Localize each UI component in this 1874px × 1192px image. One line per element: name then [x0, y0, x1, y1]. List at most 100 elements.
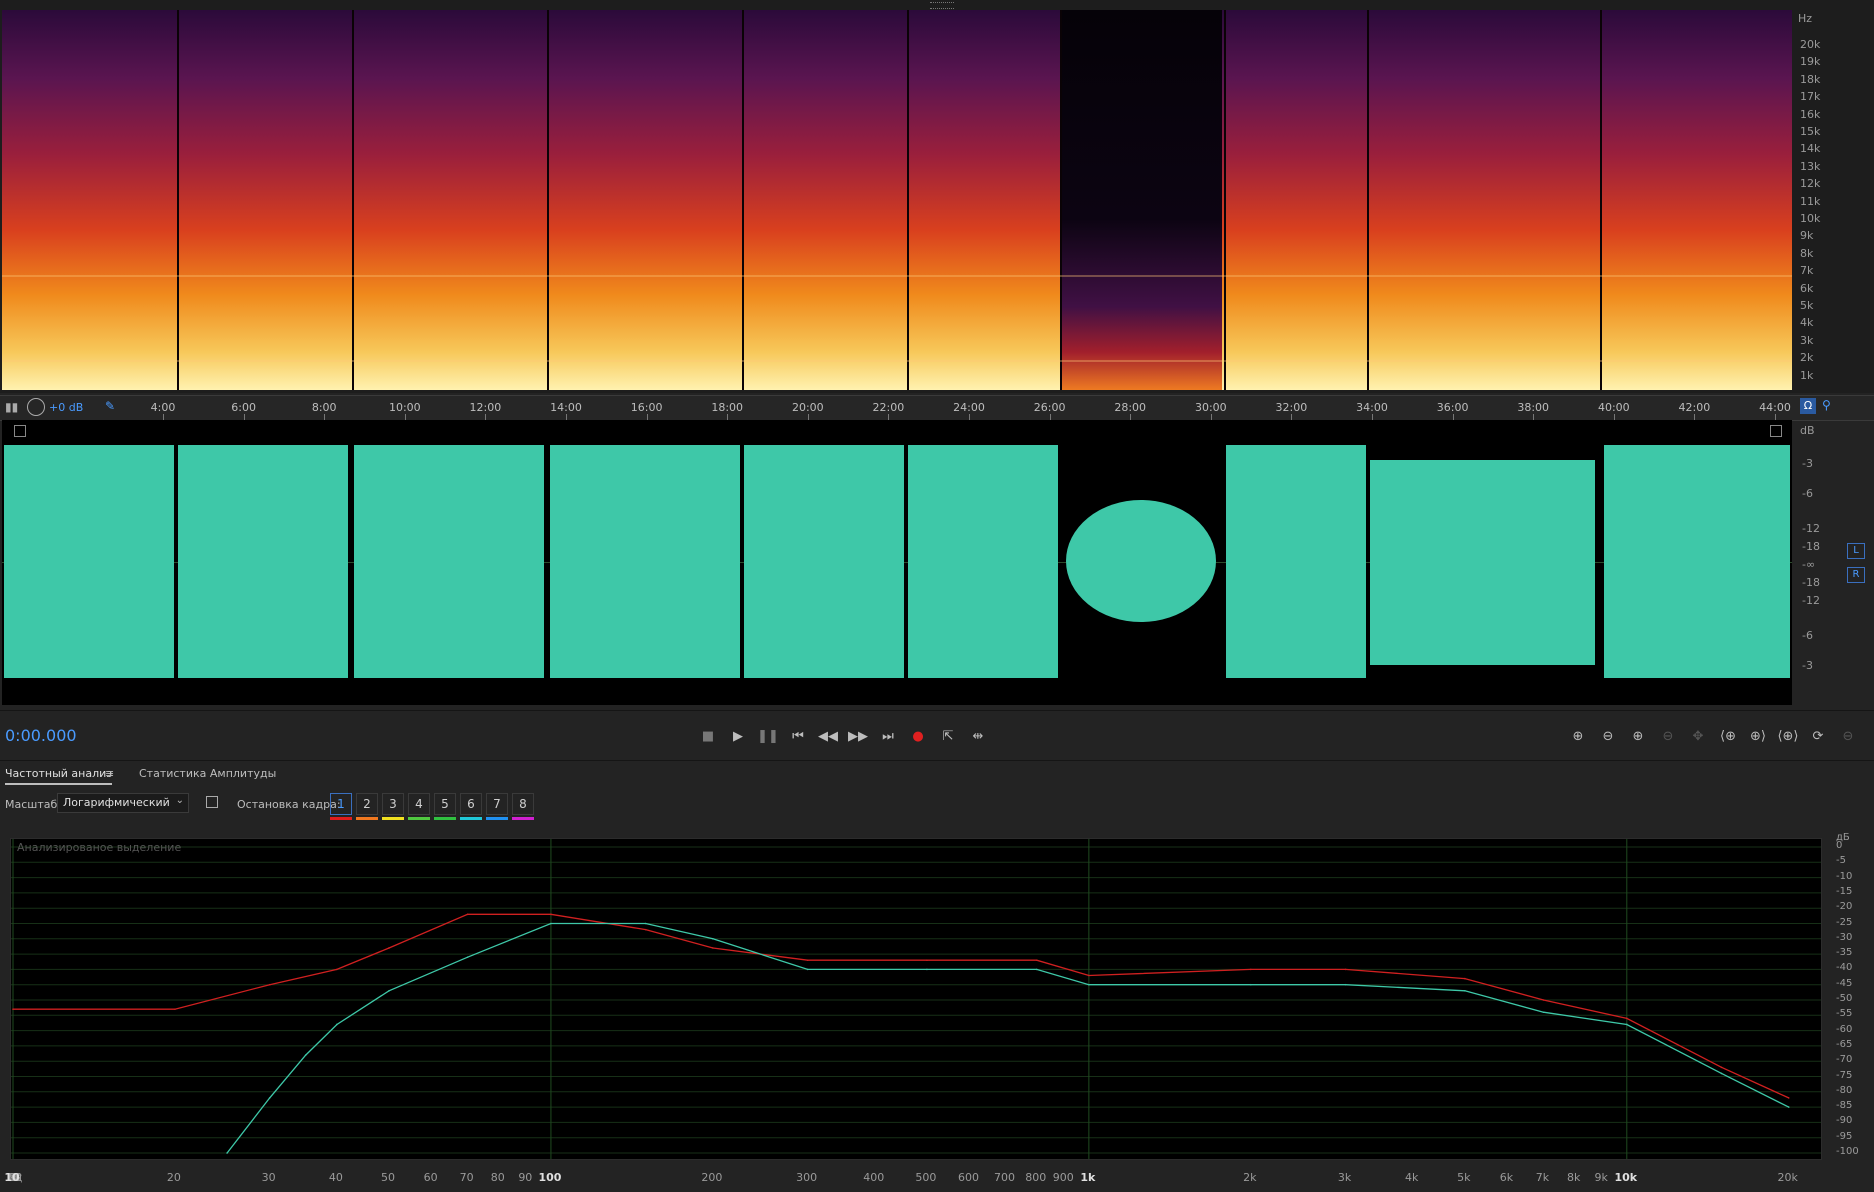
spectrum-point	[550, 922, 552, 925]
graph-freq-label: 40	[328, 1171, 343, 1184]
stop-icon[interactable]: ■	[697, 727, 719, 747]
freeze-frame-button-2[interactable]: 2	[356, 793, 378, 815]
graph-db-label: -70	[1836, 1054, 1853, 1066]
graph-freq-label: 4k	[1405, 1171, 1419, 1184]
zoom-in-amplitude-icon[interactable]: ⊕	[1567, 727, 1589, 747]
frequency-analysis-graph[interactable]: Анализированое выделение	[10, 838, 1822, 1160]
spectrum-point	[806, 968, 809, 971]
freeze-frame-button-6[interactable]: 6	[460, 793, 482, 815]
freeze-frame-color-3	[382, 817, 404, 820]
spectrum-point	[1542, 999, 1545, 1001]
spectrogram-track-divider	[547, 10, 549, 390]
freeze-frame-button-8[interactable]: 8	[512, 793, 534, 815]
freeze-frame-button-7[interactable]: 7	[486, 793, 508, 815]
loop-icon[interactable]: ⇱	[937, 727, 959, 747]
spectrogram-freq-tick: 16k	[1800, 107, 1821, 121]
spectrogram-display[interactable]	[2, 10, 1792, 390]
waveform-db-tick: -3	[1802, 659, 1813, 672]
graph-db-label: -80	[1836, 1084, 1853, 1096]
spectrum-point	[1625, 1017, 1628, 1020]
time-ruler-label: 18:00	[711, 401, 744, 414]
tab-amplitude-statistics[interactable]: Статистика Амплитуды	[139, 767, 276, 780]
rewind-icon[interactable]: ◀◀	[817, 727, 839, 747]
spectrum-point	[1344, 983, 1347, 986]
tab-frequency-analysis[interactable]: Частотный анализ	[5, 767, 113, 785]
headphones-icon[interactable]: Ω	[1800, 398, 1816, 414]
zoom-history-icon[interactable]: ⟳	[1807, 727, 1829, 747]
graph-db-label: -45	[1836, 977, 1853, 989]
spectrogram-unit-label: Hz	[1798, 12, 1813, 25]
gain-value[interactable]: +0 dB	[49, 401, 83, 414]
graph-freq-label: 1k	[1080, 1171, 1096, 1184]
spectrogram-freq-tick: 13k	[1800, 159, 1821, 173]
graph-freq-label: 8k	[1566, 1171, 1581, 1184]
play-icon[interactable]: ▶	[727, 727, 749, 747]
record-icon[interactable]: ●	[907, 727, 929, 747]
go-to-start-icon[interactable]: ⏮	[787, 727, 809, 747]
graph-db-label: -85	[1836, 1100, 1853, 1112]
resize-handle[interactable]	[930, 2, 954, 9]
freeze-frame-button-3[interactable]: 3	[382, 793, 404, 815]
channel-left-button[interactable]: L	[1847, 543, 1865, 559]
zoom-reset-icon[interactable]: ✥	[1687, 727, 1709, 747]
graph-freq-label: 20	[166, 1171, 181, 1184]
waveform-db-tick: -6	[1802, 629, 1813, 642]
freeze-frame-color-8	[512, 817, 534, 820]
time-ruler-label: 32:00	[1275, 401, 1308, 414]
zoom-full-icon[interactable]: ⟨⊕⟩	[1777, 727, 1799, 747]
graph-db-label: -40	[1836, 962, 1853, 974]
spectrum-point	[174, 1008, 176, 1010]
time-ruler-label: 8:00	[311, 401, 337, 414]
zoom-in-right-icon[interactable]: ⊕⟩	[1747, 727, 1769, 747]
skip-selection-icon[interactable]: ⇹	[967, 727, 989, 747]
graph-freq-label: 400	[863, 1171, 885, 1184]
fast-forward-icon[interactable]: ▶▶	[847, 727, 869, 747]
panel-menu-icon[interactable]: ≡	[105, 767, 114, 780]
graph-db-label: -90	[1836, 1115, 1853, 1127]
freeze-frame-button-1[interactable]: 1	[330, 793, 352, 815]
go-to-end-icon[interactable]: ⏭	[877, 727, 899, 747]
zoom-out-full-icon[interactable]: ⊖	[1837, 727, 1859, 747]
copy-icon[interactable]	[206, 796, 218, 808]
spectrum-point	[1250, 968, 1252, 971]
time-ruler[interactable]: ▮▮ +0 dB ✎ Ω ⚲ 4:00 6:00 8:00 10:00 12:00 14:…	[0, 395, 1874, 421]
graph-db-label: -55	[1836, 1008, 1853, 1020]
spectrogram-track-divider	[907, 10, 909, 390]
spectrum-point	[1542, 1011, 1545, 1014]
spectrogram-freq-tick: 8k	[1800, 246, 1814, 260]
graph-freq-label: 20k	[1777, 1171, 1798, 1184]
scale-label: Масштаб:	[5, 798, 61, 811]
waveform-display[interactable]	[2, 420, 1792, 705]
waveform-unit-label: dB	[1800, 424, 1815, 437]
zoom-selection-icon[interactable]: ⊖	[1657, 727, 1679, 747]
graph-freq-label: 30	[261, 1171, 276, 1184]
fade-in-handle-icon[interactable]	[14, 425, 26, 437]
current-time-display[interactable]: 0:00.000	[5, 726, 77, 745]
graph-db-label: -60	[1836, 1023, 1853, 1035]
graph-freq-label: 5k	[1457, 1171, 1471, 1184]
time-ruler-label: 22:00	[872, 401, 905, 414]
level-meter-icon[interactable]: ▮▮	[5, 400, 18, 414]
pin-icon[interactable]: ✎	[105, 399, 115, 413]
channel-right-button[interactable]: R	[1847, 567, 1865, 583]
gain-knob-icon[interactable]	[27, 398, 45, 416]
time-ruler-label: 34:00	[1356, 401, 1388, 414]
freeze-frame-color-6	[460, 817, 482, 820]
freeze-frame-button-4[interactable]: 4	[408, 793, 430, 815]
zoom-in-time-icon[interactable]: ⊕	[1627, 727, 1649, 747]
marker-icon[interactable]: ⚲	[1822, 398, 1831, 412]
spectrogram-freq-tick: 20k	[1800, 38, 1821, 51]
spectrum-point	[1088, 974, 1090, 977]
zoom-out-amplitude-icon[interactable]: ⊖	[1597, 727, 1619, 747]
time-ruler-label: 6:00	[231, 401, 256, 414]
graph-freq-label: 500	[915, 1171, 937, 1184]
zoom-in-left-icon[interactable]: ⟨⊕	[1717, 727, 1739, 747]
freeze-frame-label: Остановка кадра:	[237, 798, 341, 811]
fade-out-handle-icon[interactable]	[1770, 425, 1782, 437]
scale-select[interactable]: Логарифмический ⌄	[57, 793, 189, 813]
spectrogram-freq-tick: 12k	[1800, 177, 1821, 191]
pause-icon[interactable]: ❚❚	[757, 727, 779, 747]
freeze-frame-button-5[interactable]: 5	[434, 793, 456, 815]
graph-db-label: -30	[1836, 931, 1853, 943]
freeze-frame-color-4	[408, 817, 430, 820]
